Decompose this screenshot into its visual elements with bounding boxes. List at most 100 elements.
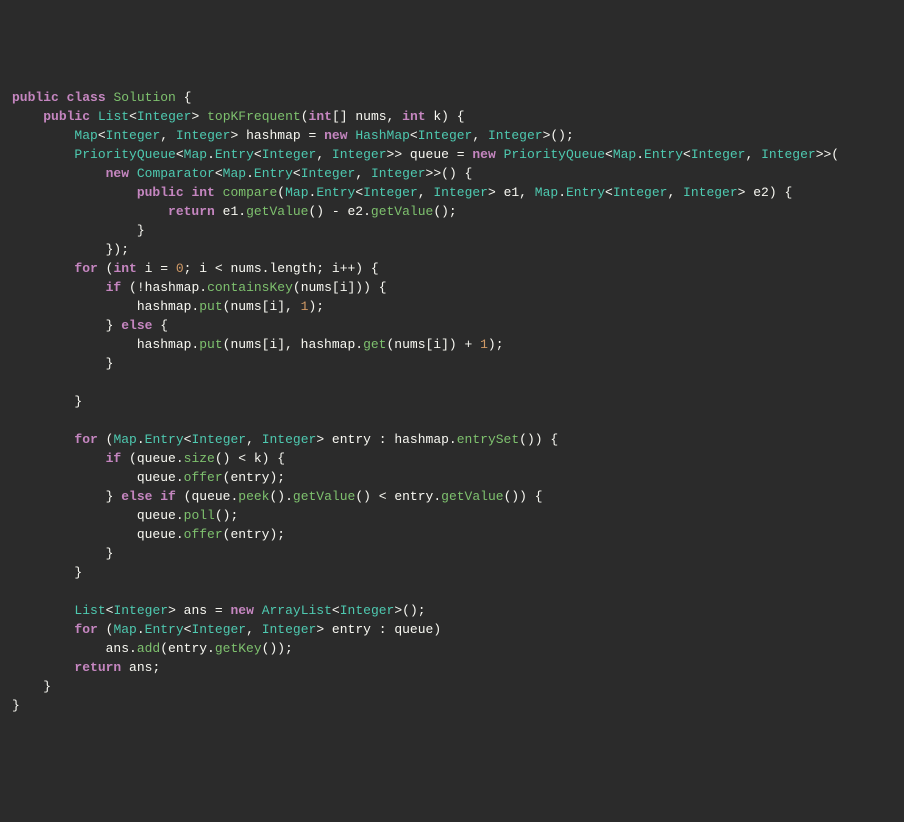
code-token: (). [270,489,293,504]
code-token: (!hashmap. [121,280,207,295]
code-token: { [176,90,192,105]
code-line: }); [12,240,892,259]
code-line: new Comparator<Map.Entry<Integer, Intege… [12,164,892,183]
code-token: ArrayList [262,603,332,618]
code-token: int [309,109,332,124]
code-line: hashmap.put(nums[i], 1); [12,297,892,316]
code-token: getValue [246,204,308,219]
code-token: > hashmap = [230,128,324,143]
code-token: < [215,166,223,181]
code-token: < [254,147,262,162]
code-token: queue. [12,527,184,542]
code-token: > entry : queue) [316,622,441,637]
code-token: < [332,603,340,618]
code-token [12,147,74,162]
code-token: public [43,109,90,124]
code-token: return [168,204,215,219]
code-token: Integer [262,432,317,447]
code-token [496,147,504,162]
code-line: } else { [12,316,892,335]
code-token: containsKey [207,280,293,295]
code-token: ( [98,261,114,276]
code-token [12,185,137,200]
code-token: Map [285,185,308,200]
code-token: Map [613,147,636,162]
code-line: for (Map.Entry<Integer, Integer> entry :… [12,620,892,639]
code-line: ans.add(entry.getKey()); [12,639,892,658]
code-token: () < k) { [215,451,285,466]
code-token [254,603,262,618]
code-token: int [402,109,425,124]
code-token: < [293,166,301,181]
code-token: e1. [215,204,246,219]
code-token: Integer [691,147,746,162]
code-token: , [246,622,262,637]
code-token: , [472,128,488,143]
code-token: return [74,660,121,675]
code-line: for (int i = 0; i < nums.length; i++) { [12,259,892,278]
code-token: getValue [371,204,433,219]
code-token: queue. [12,470,184,485]
code-token: , [667,185,683,200]
code-token: HashMap [355,128,410,143]
code-token: PriorityQueue [74,147,175,162]
code-token: Integer [488,128,543,143]
code-token: ()) { [504,489,543,504]
code-token: Integer [371,166,426,181]
code-token: Integer [363,185,418,200]
code-token: Integer [137,109,192,124]
code-token: Comparator [137,166,215,181]
code-token: Integer [613,185,668,200]
code-token: } [12,356,113,371]
code-line: for (Map.Entry<Integer, Integer> entry :… [12,430,892,449]
code-line: queue.offer(entry); [12,468,892,487]
code-token: . [636,147,644,162]
code-token: Integer [301,166,356,181]
code-token: new [230,603,253,618]
code-token: Entry [316,185,355,200]
code-token: Entry [215,147,254,162]
code-token [12,261,74,276]
code-token: (entry); [223,527,285,542]
code-token: } [12,565,82,580]
code-token: Integer [262,147,317,162]
code-token: } [12,546,113,561]
code-token: Integer [191,432,246,447]
code-token: ans. [12,641,137,656]
code-token: class [67,90,106,105]
code-token: ()) { [519,432,558,447]
code-token: Integer [433,185,488,200]
code-token: (nums[i], [223,299,301,314]
code-token: } [12,223,145,238]
code-token: for [74,261,97,276]
code-token: < [129,109,137,124]
code-token: (nums[i]) + [386,337,480,352]
code-token: queue. [12,508,184,523]
code-token: . [137,432,145,447]
code-token: . [246,166,254,181]
code-token: offer [184,470,223,485]
code-token: } [12,489,121,504]
code-token: put [199,337,222,352]
code-token [90,109,98,124]
code-line [12,411,892,430]
code-token: > [191,109,207,124]
code-token: put [199,299,222,314]
code-token [12,109,43,124]
code-line: } [12,392,892,411]
code-token: , [160,128,176,143]
code-line: PriorityQueue<Map.Entry<Integer, Integer… [12,145,892,164]
code-token: < [410,128,418,143]
code-token: List [74,603,105,618]
code-line [12,582,892,601]
code-token: Integer [683,185,738,200]
code-token [12,622,74,637]
code-token: } [12,394,82,409]
code-line: } [12,677,892,696]
code-token: new [472,147,495,162]
code-token [12,204,168,219]
code-line: queue.offer(entry); [12,525,892,544]
code-token: getKey [215,641,262,656]
code-token: ( [98,432,114,447]
code-token: if [160,489,176,504]
